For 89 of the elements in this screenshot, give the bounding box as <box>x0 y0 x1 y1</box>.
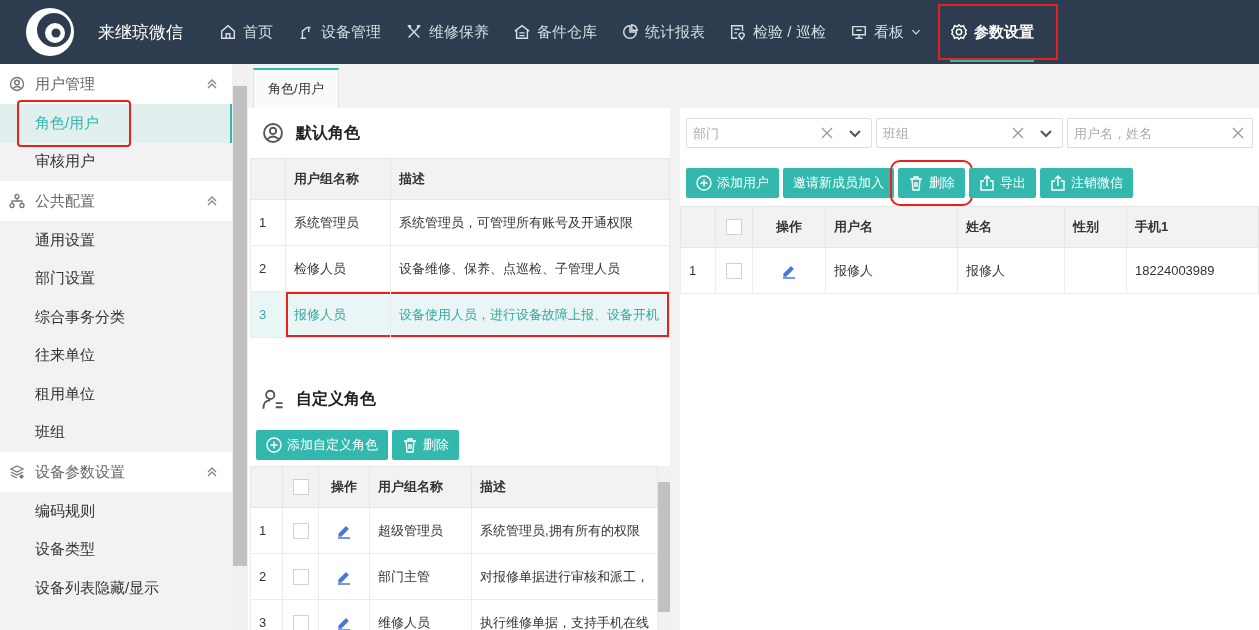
chevron-icon <box>206 195 218 207</box>
chevron-icon <box>206 466 218 478</box>
chevron-icon <box>206 78 218 90</box>
checkbox[interactable] <box>726 262 742 279</box>
table-cell[interactable]: 系统管理员，可管理所有账号及开通权限 <box>390 199 670 246</box>
sidebar-group[interactable]: 设备参数设置 <box>0 452 232 492</box>
row-number: 1 <box>250 199 286 246</box>
column-header: 操作 <box>752 206 826 248</box>
sidebar-item[interactable]: 往来单位 <box>0 336 232 375</box>
user-list-icon <box>262 388 284 410</box>
home-icon <box>219 23 237 41</box>
column-header: 操作 <box>318 466 370 508</box>
nav-item[interactable]: 设备管理 <box>285 0 393 64</box>
table-cell[interactable]: 检修人员 <box>285 245 391 292</box>
table-cell[interactable]: 部门主管 <box>369 553 472 600</box>
sidebar-item[interactable]: 租用单位 <box>0 375 232 414</box>
column-header: 用户名 <box>825 206 958 248</box>
sidebar-item[interactable]: 设备列表隐藏/显示 <box>0 569 232 608</box>
app-title: 来继琼微信 <box>98 21 183 44</box>
tab[interactable]: 角色/用户 <box>253 68 339 108</box>
nav-item[interactable]: 检验 / 巡检 <box>717 0 838 64</box>
plus-circle-icon <box>266 437 282 453</box>
nav-item[interactable]: 维修保养 <box>393 0 501 64</box>
column-header: 姓名 <box>957 206 1065 248</box>
close-icon[interactable] <box>820 126 835 140</box>
sidebar-group[interactable]: 用户管理 <box>0 64 232 104</box>
table-cell[interactable]: 系统管理员,拥有所有的权限 <box>471 507 658 554</box>
nav-item[interactable]: 参数设置 <box>933 0 1062 64</box>
row-number: 2 <box>250 245 286 292</box>
checkbox[interactable] <box>292 614 309 630</box>
sidebar-group[interactable]: 公共配置 <box>0 181 232 221</box>
section-title: 默认角色 <box>296 122 360 143</box>
sidebar-item[interactable]: 审核用户 <box>0 142 232 181</box>
sidebar-item[interactable]: 设备类型 <box>0 530 232 569</box>
plus-circle-icon <box>696 175 712 191</box>
hierarchy-icon <box>9 193 25 209</box>
dropdown-field[interactable]: 部门 <box>686 118 873 148</box>
sidebar-item[interactable]: 班组 <box>0 413 232 452</box>
row-number: 3 <box>250 599 283 630</box>
upload-icon <box>979 175 995 191</box>
sidebar-item[interactable]: 部门设置 <box>0 259 232 298</box>
column-header: 用户组名称 <box>369 466 472 508</box>
search-field[interactable]: 用户名，姓名 <box>1066 118 1253 148</box>
nav-item[interactable]: 统计报表 <box>609 0 717 64</box>
checkbox[interactable] <box>292 568 309 585</box>
close-icon[interactable] <box>1010 126 1025 140</box>
document-pin-icon <box>729 23 747 41</box>
nav-item[interactable]: 看板 <box>837 0 934 64</box>
table-cell: 报修人 <box>966 262 1005 278</box>
tools-icon <box>405 23 423 41</box>
layers-icon <box>9 464 25 480</box>
upload-icon <box>1050 175 1066 191</box>
column-header: 手机1 <box>1126 206 1259 248</box>
checkbox[interactable] <box>726 219 742 236</box>
row-number: 3 <box>250 291 286 338</box>
trash-icon <box>908 175 924 191</box>
column-header: 用户组名称 <box>285 158 391 200</box>
table-cell: 报修人 <box>834 262 873 278</box>
logo-icon <box>24 6 76 58</box>
table-cell[interactable]: 超级管理员 <box>369 507 472 554</box>
pie-chart-icon <box>621 23 639 41</box>
nav-item[interactable]: 首页 <box>207 0 285 64</box>
checkbox[interactable] <box>292 522 309 539</box>
column-header: 性别 <box>1064 206 1127 248</box>
warehouse-icon <box>513 23 531 41</box>
sidebar-item[interactable]: 综合事务分类 <box>0 298 232 337</box>
row-number: 1 <box>250 507 283 554</box>
column-header: 描述 <box>471 466 658 508</box>
scrollbar-thumb[interactable] <box>233 86 247 566</box>
sidebar-item[interactable]: 编码规则 <box>0 492 232 531</box>
sidebar-item[interactable]: 通用设置 <box>0 221 232 260</box>
user-icon <box>262 122 284 144</box>
section-title: 自定义角色 <box>296 388 376 409</box>
user-icon <box>9 76 25 92</box>
table-cell: 18224003989 <box>1135 263 1215 278</box>
dropdown-field[interactable]: 班组 <box>876 118 1063 148</box>
column-header: 描述 <box>390 158 670 200</box>
table-cell[interactable]: 对报修单据进行审核和派工， <box>471 553 658 600</box>
board-icon <box>849 23 868 41</box>
settings-icon <box>949 23 968 41</box>
row-number: 1 <box>680 247 716 294</box>
row-number: 2 <box>250 553 283 600</box>
scrollbar-thumb[interactable] <box>658 482 670 612</box>
trash-icon <box>402 437 418 453</box>
table-cell[interactable]: 设备维修、保养、点巡检、子管理人员 <box>390 245 670 292</box>
nav-item[interactable]: 备件仓库 <box>501 0 609 64</box>
close-icon[interactable] <box>1231 126 1245 140</box>
table-cell[interactable]: 系统管理员 <box>285 199 391 246</box>
checkbox[interactable] <box>292 479 309 496</box>
